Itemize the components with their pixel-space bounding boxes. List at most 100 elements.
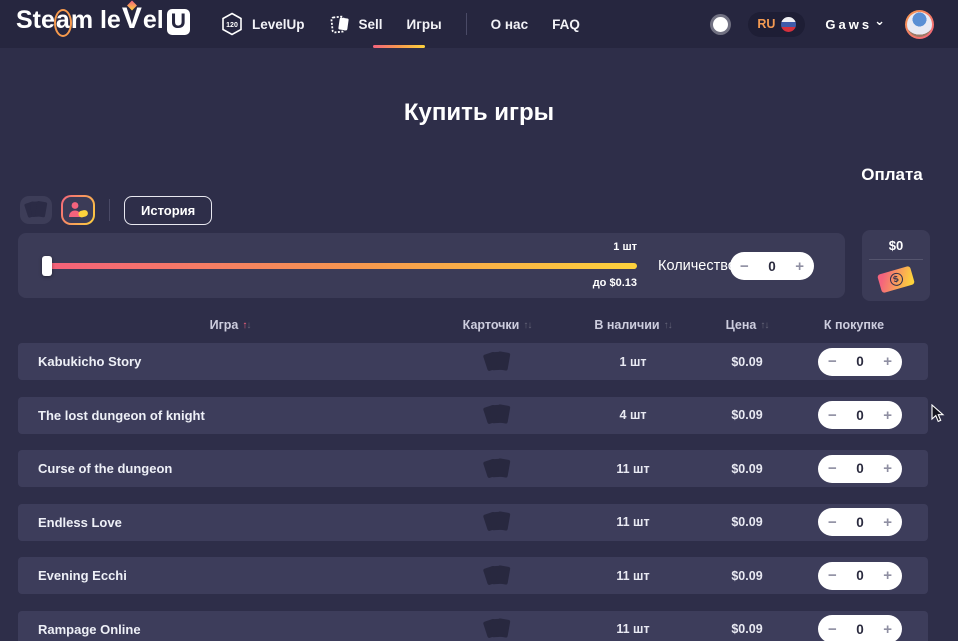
- game-row[interactable]: Rampage Online 11 шт $0.09 − 0 +: [18, 611, 928, 641]
- game-row[interactable]: Evening Ecchi 11 шт $0.09 − 0 +: [18, 557, 928, 594]
- increase-button[interactable]: +: [883, 622, 892, 637]
- username: Gaws: [825, 17, 872, 32]
- quantity-slider-card: 1 шт до $0.13 Количество: − 0 +: [18, 233, 845, 298]
- increase-button[interactable]: +: [795, 259, 804, 274]
- nav-levelup[interactable]: 120 LevelUp: [220, 12, 305, 36]
- game-row[interactable]: Curse of the dungeon 11 шт $0.09 − 0 +: [18, 450, 928, 487]
- user-avatar[interactable]: [905, 10, 934, 39]
- increase-button[interactable]: +: [883, 408, 892, 423]
- stock-count: 11 шт: [552, 515, 714, 529]
- history-button[interactable]: История: [124, 196, 212, 225]
- nav-divider: [466, 13, 467, 35]
- cards-fan-icon: [23, 199, 49, 221]
- increase-button[interactable]: +: [883, 354, 892, 369]
- filter-cards-button[interactable]: [20, 196, 52, 224]
- page-title: Купить игры: [0, 99, 958, 127]
- filter-toolbar: История: [20, 195, 212, 225]
- quantity-value: 0: [856, 461, 864, 476]
- game-name: Kabukicho Story: [18, 354, 442, 369]
- row-quantity-stepper: − 0 +: [818, 455, 902, 483]
- top-navigation: Steam leVelU 120 LevelUp Sell Игры: [0, 0, 958, 48]
- nav-games[interactable]: Игры: [407, 17, 442, 32]
- nav-levelup-label: LevelUp: [252, 17, 305, 32]
- game-row[interactable]: Endless Love 11 шт $0.09 − 0 +: [18, 504, 928, 541]
- sort-icon: ↑↓: [664, 320, 672, 331]
- nav-about[interactable]: О нас: [491, 17, 528, 32]
- quantity-value: 0: [856, 622, 864, 637]
- game-name: Evening Ecchi: [18, 568, 442, 583]
- person-gamepad-icon: [67, 200, 89, 220]
- increase-button[interactable]: +: [883, 461, 892, 476]
- cards-icon[interactable]: [482, 563, 512, 589]
- payment-card[interactable]: $0 $: [862, 230, 930, 301]
- column-header-game[interactable]: Игра ↑↓: [18, 318, 442, 332]
- cards-icon[interactable]: [482, 616, 512, 641]
- column-header-cards[interactable]: Карточки ↑↓: [442, 318, 552, 332]
- quantity-value: 0: [856, 408, 864, 423]
- header-right: RU Gaws ⌄: [713, 0, 934, 48]
- slider-max-label: 1 шт: [613, 241, 637, 253]
- price: $0.09: [714, 515, 780, 529]
- price: $0.09: [714, 622, 780, 636]
- logo-text: m le: [71, 6, 121, 35]
- decrease-button[interactable]: −: [740, 259, 749, 274]
- game-name: Rampage Online: [18, 622, 442, 637]
- increase-button[interactable]: +: [883, 568, 892, 583]
- cards-icon[interactable]: [482, 349, 512, 375]
- stock-count: 11 шт: [552, 569, 714, 583]
- main-nav: 120 LevelUp Sell Игры О нас FAQ: [220, 0, 580, 48]
- row-quantity-stepper: − 0 +: [818, 562, 902, 590]
- global-quantity-stepper: − 0 +: [730, 252, 814, 280]
- nav-faq[interactable]: FAQ: [552, 17, 580, 32]
- row-quantity-stepper: − 0 +: [818, 401, 902, 429]
- logo-letter-a: a: [56, 6, 70, 35]
- price: $0.09: [714, 408, 780, 422]
- column-header-price[interactable]: Цена ↑↓: [714, 318, 780, 332]
- filter-games-button[interactable]: [61, 195, 95, 225]
- toolbar-divider: [109, 199, 110, 221]
- decrease-button[interactable]: −: [828, 568, 837, 583]
- row-quantity-stepper: − 0 +: [818, 348, 902, 376]
- payment-divider: [869, 259, 923, 260]
- dollar-icon: $: [888, 271, 904, 287]
- decrease-button[interactable]: −: [828, 461, 837, 476]
- decrease-button[interactable]: −: [828, 354, 837, 369]
- money-icon: $: [877, 266, 915, 294]
- language-selector[interactable]: RU: [748, 12, 805, 37]
- nav-sell[interactable]: Sell: [329, 12, 383, 36]
- price-slider[interactable]: [45, 263, 637, 269]
- theme-toggle[interactable]: [713, 17, 728, 32]
- logo-letter-u: U: [167, 9, 190, 35]
- table-header: Игра ↑↓ Карточки ↑↓ В наличии ↑↓ Цена ↑↓…: [18, 312, 928, 338]
- column-header-stock[interactable]: В наличии ↑↓: [552, 318, 714, 332]
- slider-handle[interactable]: [42, 256, 52, 276]
- nav-games-label: Игры: [407, 17, 442, 32]
- nav-faq-label: FAQ: [552, 17, 580, 32]
- game-row[interactable]: The lost dungeon of knight 4 шт $0.09 − …: [18, 397, 928, 434]
- active-tab-indicator: [373, 45, 425, 48]
- logo-letter-v: V: [122, 6, 142, 32]
- decrease-button[interactable]: −: [828, 408, 837, 423]
- user-menu[interactable]: Gaws ⌄: [825, 17, 885, 32]
- increase-button[interactable]: +: [883, 515, 892, 530]
- buy-games-page: Steam leVelU 120 LevelUp Sell Игры: [0, 0, 958, 641]
- game-name: Curse of the dungeon: [18, 461, 442, 476]
- cards-icon[interactable]: [482, 402, 512, 428]
- site-logo[interactable]: Steam leVelU: [16, 6, 190, 35]
- cards-icon[interactable]: [482, 456, 512, 482]
- logo-text: el: [143, 6, 164, 35]
- sell-cards-icon: [329, 12, 351, 36]
- russia-flag-icon: [781, 17, 796, 32]
- row-quantity-stepper: − 0 +: [818, 508, 902, 536]
- decrease-button[interactable]: −: [828, 622, 837, 637]
- stock-count: 1 шт: [552, 355, 714, 369]
- decrease-button[interactable]: −: [828, 515, 837, 530]
- game-row[interactable]: Kabukicho Story 1 шт $0.09 − 0 +: [18, 343, 928, 380]
- game-name: The lost dungeon of knight: [18, 408, 442, 423]
- mouse-cursor: [931, 404, 947, 424]
- logo-text: Ste: [16, 6, 55, 35]
- levelup-badge-icon: 120: [220, 12, 244, 36]
- quantity-value: 0: [856, 515, 864, 530]
- sort-icon: ↑↓: [760, 320, 768, 331]
- cards-icon[interactable]: [482, 509, 512, 535]
